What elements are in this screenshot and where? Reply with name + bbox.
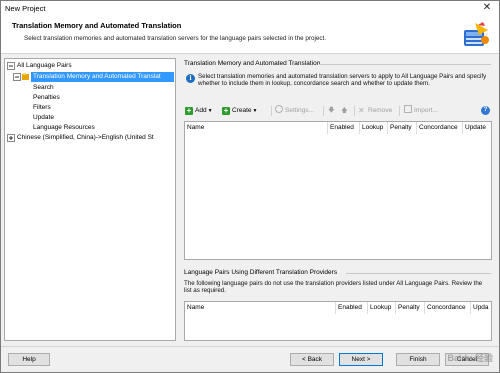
toolbar-separator — [271, 106, 272, 116]
finish-button[interactable]: Finish — [396, 353, 440, 366]
add-button[interactable]: + Add▼ — [185, 105, 213, 117]
column-update[interactable]: Upda — [471, 302, 491, 314]
grid-header: Name Enabled Lookup Penalty Concordance … — [185, 302, 491, 314]
chevron-down-icon: ▼ — [252, 108, 258, 114]
close-icon[interactable]: ✕ — [481, 2, 493, 14]
section-title-tm: Translation Memory and Automated Transla… — [184, 60, 321, 67]
move-down-button[interactable]: 🡇 — [328, 105, 335, 117]
section-description: Select translation memories and automate… — [198, 73, 487, 88]
wizard-header: Translation Memory and Automated Transla… — [1, 16, 499, 54]
tree-item-search[interactable]: Search — [33, 83, 54, 93]
page-subtitle: Select translation memories and automate… — [24, 35, 327, 42]
help-icon[interactable]: ? — [481, 106, 490, 115]
column-penalty[interactable]: Penalty — [388, 122, 417, 134]
window-title: New Project — [5, 4, 46, 13]
remove-button[interactable]: ✕ Remove — [358, 105, 392, 117]
tm-node-icon — [22, 73, 29, 80]
tm-icon — [464, 22, 489, 46]
create-label: Create — [232, 107, 252, 114]
import-label: Import... — [414, 107, 438, 114]
column-enabled[interactable]: Enabled — [336, 302, 368, 314]
toolbar-separator — [399, 106, 400, 116]
remove-icon: ✕ — [358, 106, 365, 115]
column-update[interactable]: Update — [463, 122, 491, 134]
column-concordance[interactable]: Concordance — [425, 302, 471, 314]
column-penalty[interactable]: Penalty — [396, 302, 425, 314]
tm-grid[interactable]: Name Enabled Lookup Penalty Concordance … — [184, 121, 492, 260]
chevron-down-icon: ▼ — [207, 108, 213, 114]
page-title: Translation Memory and Automated Transla… — [12, 21, 182, 30]
settings-tree: All Language Pairs Translation Memory an… — [4, 58, 176, 341]
collapse-icon[interactable] — [13, 73, 21, 81]
create-button[interactable]: + Create▼ — [222, 105, 257, 117]
import-button[interactable]: Import... — [404, 105, 438, 117]
tree-item-all-language-pairs[interactable]: All Language Pairs — [17, 61, 72, 71]
footer-divider — [1, 346, 499, 347]
tree-item-translation-memory[interactable]: Translation Memory and Automated Transla… — [31, 72, 174, 82]
add-label: Add — [195, 107, 207, 114]
move-up-button[interactable]: 🡅 — [341, 105, 348, 117]
tree-item-chinese-english[interactable]: Chinese (Simplified, China)->English (Un… — [17, 133, 175, 143]
tree-item-filters[interactable]: Filters — [33, 103, 51, 113]
tree-item-update[interactable]: Update — [33, 113, 54, 123]
settings-button[interactable]: Settings... — [275, 105, 314, 117]
column-name[interactable]: Name — [185, 122, 328, 134]
new-project-window: New Project ✕ Translation Memory and Aut… — [0, 0, 500, 373]
plus-icon: + — [185, 106, 193, 115]
language-pairs-grid[interactable]: Name Enabled Lookup Penalty Concordance … — [184, 301, 492, 341]
next-button[interactable]: Next > — [339, 353, 383, 366]
grid-header: Name Enabled Lookup Penalty Concordance … — [185, 122, 491, 134]
section2-description: The following language pairs do not use … — [184, 280, 483, 295]
import-icon — [404, 105, 412, 113]
tree-item-language-resources[interactable]: Language Resources — [33, 123, 95, 133]
arrow-up-icon: 🡅 — [341, 107, 348, 114]
title-bar: New Project ✕ — [1, 1, 499, 16]
info-icon: i — [186, 74, 195, 83]
settings-label: Settings... — [285, 107, 314, 114]
back-button[interactable]: < Back — [290, 353, 334, 366]
section-divider — [346, 273, 491, 274]
toolbar-separator — [354, 106, 355, 116]
tree-item-penalties[interactable]: Penalties — [33, 93, 60, 103]
column-name[interactable]: Name — [185, 302, 336, 314]
section-divider — [319, 64, 491, 65]
watermark: Baidu 经验 — [447, 353, 493, 363]
help-button[interactable]: Help — [8, 353, 50, 366]
expand-icon[interactable] — [7, 134, 15, 142]
gear-icon — [275, 105, 283, 113]
column-enabled[interactable]: Enabled — [328, 122, 360, 134]
tm-toolbar: + Add▼ + Create▼ Settings... 🡇 🡅 ✕ Remove I… — [184, 105, 490, 117]
plus-icon: + — [222, 106, 230, 115]
column-lookup[interactable]: Lookup — [360, 122, 388, 134]
collapse-icon[interactable] — [7, 62, 15, 70]
column-lookup[interactable]: Lookup — [368, 302, 396, 314]
section-title-language-pairs: Language Pairs Using Different Translati… — [184, 269, 338, 276]
main-panel: Translation Memory and Automated Transla… — [181, 58, 493, 341]
arrow-down-icon: 🡇 — [328, 107, 335, 114]
column-concordance[interactable]: Concordance — [417, 122, 463, 134]
toolbar-separator — [323, 106, 324, 116]
remove-label: Remove — [368, 107, 393, 114]
